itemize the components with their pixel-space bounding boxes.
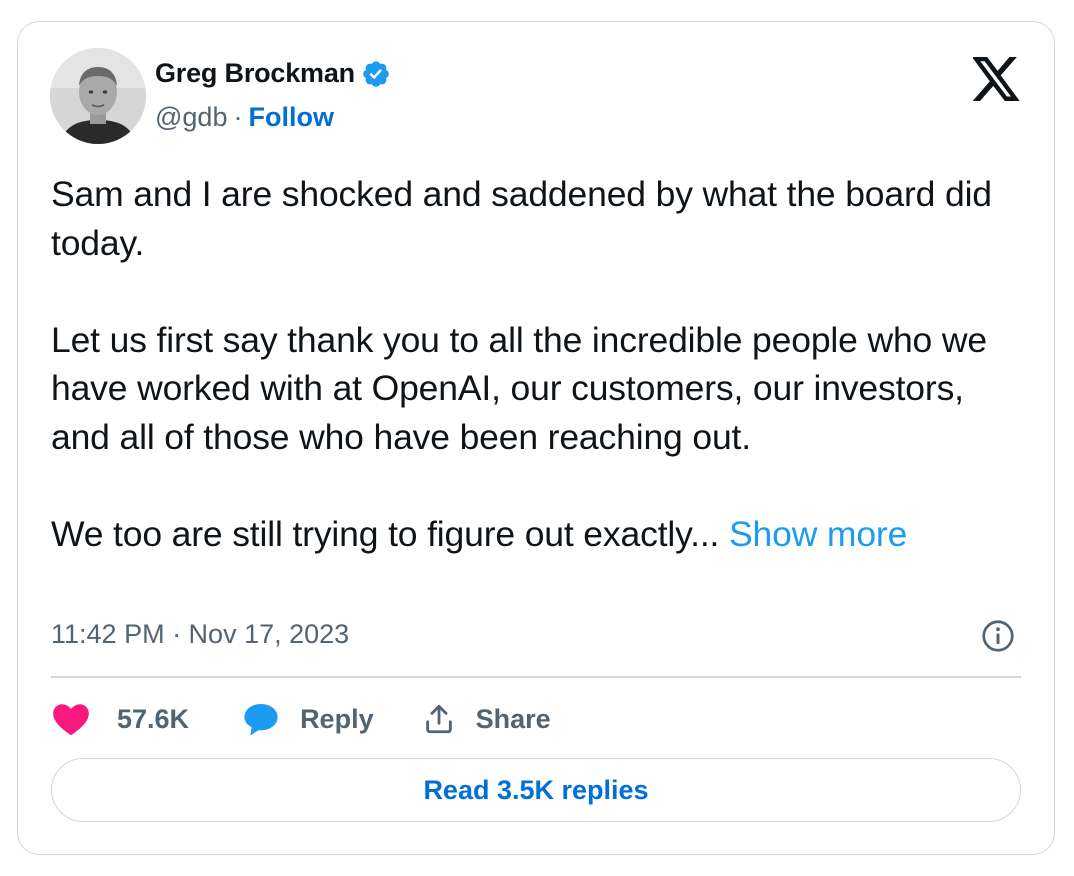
tweet-timestamp[interactable]: 11:42 PM · Nov 17, 2023 xyxy=(51,619,349,650)
info-icon[interactable] xyxy=(980,618,1016,654)
tweet-paragraph: Sam and I are shocked and saddened by wh… xyxy=(51,174,992,263)
author-name-row: Greg Brockman xyxy=(155,58,391,89)
tweet-paragraph: Let us first say thank you to all the in… xyxy=(51,319,987,457)
tweet-text: Sam and I are shocked and saddened by wh… xyxy=(51,170,1026,558)
reply-label: Reply xyxy=(300,703,374,734)
follow-button[interactable]: Follow xyxy=(248,102,333,133)
divider xyxy=(51,676,1021,678)
upload-share-icon xyxy=(425,704,452,734)
avatar[interactable] xyxy=(50,48,146,144)
like-count: 57.6K xyxy=(117,703,190,734)
show-more-link[interactable]: Show more xyxy=(729,514,907,554)
speech-bubble-icon xyxy=(244,703,278,736)
reply-button[interactable]: Reply xyxy=(242,700,374,738)
author-handle-row: @gdb · Follow xyxy=(155,102,334,133)
share-button[interactable]: Share xyxy=(422,702,551,736)
tweet-paragraph-last: We too are still trying to figure out ex… xyxy=(51,510,1026,559)
share-label: Share xyxy=(475,703,551,734)
tweet-actions: 57.6K Reply Share xyxy=(51,694,551,744)
like-button[interactable]: 57.6K xyxy=(51,702,189,736)
author-display-name[interactable]: Greg Brockman xyxy=(155,58,355,89)
separator-dot: · xyxy=(233,102,243,132)
read-replies-button[interactable]: Read 3.5K replies xyxy=(51,758,1021,822)
author-handle[interactable]: @gdb xyxy=(155,102,227,133)
heart-icon xyxy=(53,704,89,736)
avatar-photo xyxy=(50,48,146,144)
x-logo-icon[interactable] xyxy=(973,57,1021,101)
verified-badge-icon xyxy=(361,59,391,89)
tweet-paragraph-truncated: We too are still trying to figure out ex… xyxy=(51,513,720,554)
tweet-embed-card: Greg Brockman @gdb · Follow Sam and I ar… xyxy=(17,21,1055,855)
